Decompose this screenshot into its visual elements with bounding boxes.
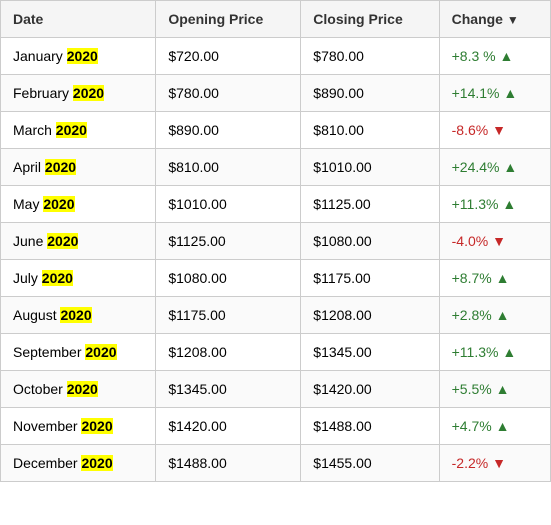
date-cell: January 2020 bbox=[1, 38, 156, 75]
closing-price-cell: $1010.00 bbox=[301, 149, 439, 186]
change-cell: +4.7% bbox=[439, 408, 550, 445]
opening-price-header: Opening Price bbox=[156, 1, 301, 38]
closing-price-cell: $1208.00 bbox=[301, 297, 439, 334]
date-cell: August 2020 bbox=[1, 297, 156, 334]
opening-price-cell: $1080.00 bbox=[156, 260, 301, 297]
opening-price-cell: $780.00 bbox=[156, 75, 301, 112]
table-row: February 2020$780.00$890.00 +14.1% bbox=[1, 75, 551, 112]
change-value: -4.0% bbox=[452, 233, 506, 249]
change-cell: +5.5% bbox=[439, 371, 550, 408]
change-cell: +8.3 % bbox=[439, 38, 550, 75]
change-header[interactable]: Change bbox=[439, 1, 550, 38]
year-highlight: 2020 bbox=[60, 307, 91, 323]
date-cell: March 2020 bbox=[1, 112, 156, 149]
closing-price-cell: $810.00 bbox=[301, 112, 439, 149]
year-highlight: 2020 bbox=[81, 455, 112, 471]
opening-price-cell: $890.00 bbox=[156, 112, 301, 149]
opening-price-cell: $1010.00 bbox=[156, 186, 301, 223]
change-value: +5.5% bbox=[452, 381, 510, 397]
date-cell: October 2020 bbox=[1, 371, 156, 408]
year-highlight: 2020 bbox=[67, 381, 98, 397]
change-cell: +14.1% bbox=[439, 75, 550, 112]
closing-price-header: Closing Price bbox=[301, 1, 439, 38]
year-highlight: 2020 bbox=[45, 159, 76, 175]
change-cell: +8.7% bbox=[439, 260, 550, 297]
closing-price-cell: $1345.00 bbox=[301, 334, 439, 371]
change-cell: +2.8% bbox=[439, 297, 550, 334]
change-value: +2.8% bbox=[452, 307, 510, 323]
change-value: +14.1% bbox=[452, 85, 518, 101]
change-cell: -8.6% bbox=[439, 112, 550, 149]
closing-price-cell: $1420.00 bbox=[301, 371, 439, 408]
price-table: Date Opening Price Closing Price Change … bbox=[0, 0, 551, 482]
change-value: +8.7% bbox=[452, 270, 510, 286]
change-cell: -2.2% bbox=[439, 445, 550, 482]
opening-price-cell: $1488.00 bbox=[156, 445, 301, 482]
year-highlight: 2020 bbox=[47, 233, 78, 249]
change-cell: +11.3% bbox=[439, 334, 550, 371]
closing-price-cell: $780.00 bbox=[301, 38, 439, 75]
change-value: +24.4% bbox=[452, 159, 518, 175]
opening-price-cell: $810.00 bbox=[156, 149, 301, 186]
change-value: +11.3% bbox=[452, 196, 517, 212]
opening-price-cell: $1345.00 bbox=[156, 371, 301, 408]
closing-price-cell: $1455.00 bbox=[301, 445, 439, 482]
date-header: Date bbox=[1, 1, 156, 38]
table-row: September 2020$1208.00$1345.00 +11.3% bbox=[1, 334, 551, 371]
closing-price-cell: $1175.00 bbox=[301, 260, 439, 297]
year-highlight: 2020 bbox=[81, 418, 112, 434]
closing-price-cell: $1125.00 bbox=[301, 186, 439, 223]
date-cell: September 2020 bbox=[1, 334, 156, 371]
opening-price-cell: $1208.00 bbox=[156, 334, 301, 371]
date-cell: November 2020 bbox=[1, 408, 156, 445]
year-highlight: 2020 bbox=[42, 270, 73, 286]
change-value: +11.3% bbox=[452, 344, 517, 360]
opening-price-cell: $1420.00 bbox=[156, 408, 301, 445]
table-row: August 2020$1175.00$1208.00 +2.8% bbox=[1, 297, 551, 334]
year-highlight: 2020 bbox=[85, 344, 116, 360]
date-cell: May 2020 bbox=[1, 186, 156, 223]
sort-icon bbox=[507, 11, 519, 27]
table-row: May 2020$1010.00$1125.00 +11.3% bbox=[1, 186, 551, 223]
year-highlight: 2020 bbox=[56, 122, 87, 138]
table-row: October 2020$1345.00$1420.00 +5.5% bbox=[1, 371, 551, 408]
year-highlight: 2020 bbox=[67, 48, 98, 64]
date-cell: December 2020 bbox=[1, 445, 156, 482]
table-row: January 2020$720.00$780.00 +8.3 % bbox=[1, 38, 551, 75]
table-row: July 2020$1080.00$1175.00 +8.7% bbox=[1, 260, 551, 297]
change-value: -8.6% bbox=[452, 122, 506, 138]
change-cell: +11.3% bbox=[439, 186, 550, 223]
table-row: March 2020$890.00$810.00 -8.6% bbox=[1, 112, 551, 149]
opening-price-cell: $1175.00 bbox=[156, 297, 301, 334]
year-highlight: 2020 bbox=[43, 196, 74, 212]
date-cell: July 2020 bbox=[1, 260, 156, 297]
change-value: +4.7% bbox=[452, 418, 510, 434]
opening-price-cell: $720.00 bbox=[156, 38, 301, 75]
closing-price-cell: $1488.00 bbox=[301, 408, 439, 445]
closing-price-cell: $1080.00 bbox=[301, 223, 439, 260]
table-row: November 2020$1420.00$1488.00 +4.7% bbox=[1, 408, 551, 445]
change-cell: -4.0% bbox=[439, 223, 550, 260]
closing-price-cell: $890.00 bbox=[301, 75, 439, 112]
table-row: April 2020$810.00$1010.00 +24.4% bbox=[1, 149, 551, 186]
change-value: +8.3 % bbox=[452, 48, 514, 64]
table-row: December 2020$1488.00$1455.00 -2.2% bbox=[1, 445, 551, 482]
date-cell: February 2020 bbox=[1, 75, 156, 112]
table-row: June 2020$1125.00$1080.00 -4.0% bbox=[1, 223, 551, 260]
date-cell: April 2020 bbox=[1, 149, 156, 186]
opening-price-cell: $1125.00 bbox=[156, 223, 301, 260]
date-cell: June 2020 bbox=[1, 223, 156, 260]
change-cell: +24.4% bbox=[439, 149, 550, 186]
change-value: -2.2% bbox=[452, 455, 506, 471]
year-highlight: 2020 bbox=[73, 85, 104, 101]
